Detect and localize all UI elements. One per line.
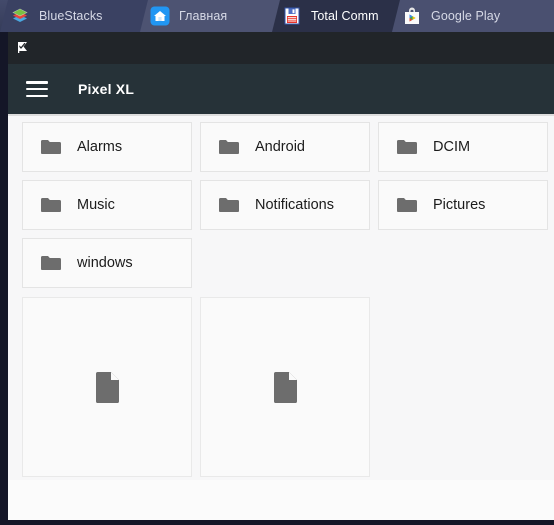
folder-card-music[interactable]: Music — [22, 180, 192, 230]
content-top-divider — [8, 114, 554, 116]
folder-card-alarms[interactable]: Alarms — [22, 122, 192, 172]
window-frame-bottom — [0, 520, 554, 525]
folder-icon — [218, 196, 240, 214]
folder-icon — [40, 138, 62, 156]
hamburger-bar — [26, 87, 48, 91]
folder-name: Music — [77, 197, 115, 213]
file-card[interactable] — [22, 297, 192, 477]
folder-name: windows — [77, 255, 133, 271]
tab-google-play[interactable]: Google Play — [392, 0, 554, 32]
folder-name: Android — [255, 139, 305, 155]
folder-card-notifications[interactable]: Notifications — [200, 180, 370, 230]
tab-home[interactable]: Главная — [140, 0, 282, 32]
folder-name: Pictures — [433, 197, 486, 213]
hamburger-bar — [26, 94, 48, 97]
document-file-icon — [272, 371, 299, 404]
app-bar: Pixel XL — [8, 64, 554, 114]
emulator-tab-strip: BlueStacks Главная Total Comm Google Pla… — [0, 0, 554, 32]
folder-card-pictures[interactable]: Pictures — [378, 180, 548, 230]
hamburger-bar — [26, 81, 48, 84]
folder-icon — [396, 138, 418, 156]
folder-row: Alarms Android DCIM — [22, 122, 554, 172]
hamburger-menu-icon[interactable] — [26, 81, 48, 97]
folder-card-windows[interactable]: windows — [22, 238, 192, 288]
notification-flag-icon — [16, 40, 32, 56]
file-row — [22, 297, 554, 477]
bluestacks-emulator-window: BlueStacks Главная Total Comm Google Pla… — [0, 0, 554, 525]
folder-row: windows — [22, 238, 554, 288]
file-grid-content: Alarms Android DCIM Music Notifications … — [8, 114, 554, 520]
file-card[interactable] — [200, 297, 370, 477]
bluestacks-logo-icon — [10, 6, 30, 26]
document-file-icon — [94, 371, 121, 404]
folder-icon — [218, 138, 240, 156]
page-title: Pixel XL — [78, 81, 135, 97]
tab-bluestacks[interactable]: BlueStacks — [0, 0, 148, 32]
folder-name: Notifications — [255, 197, 334, 213]
folder-name: Alarms — [77, 139, 123, 155]
floppy-disk-icon — [282, 6, 302, 26]
folder-icon — [40, 254, 62, 272]
folder-row: Music Notifications Pictures — [22, 180, 554, 230]
tab-label: BlueStacks — [39, 9, 103, 23]
android-status-bar — [8, 32, 554, 64]
content-footer-area — [8, 480, 554, 520]
folder-icon — [40, 196, 62, 214]
folder-icon — [396, 196, 418, 214]
file-grid: Alarms Android DCIM Music Notifications … — [22, 122, 554, 477]
folder-card-dcim[interactable]: DCIM — [378, 122, 548, 172]
tab-label: Google Play — [431, 9, 501, 23]
home-icon — [150, 6, 170, 26]
tab-label: Total Comm — [311, 9, 379, 23]
window-frame-left — [0, 32, 8, 525]
tab-total-commander[interactable]: Total Comm — [272, 0, 400, 32]
google-play-icon — [402, 6, 422, 26]
folder-name: DCIM — [433, 139, 471, 155]
tab-label: Главная — [179, 9, 228, 23]
folder-card-android[interactable]: Android — [200, 122, 370, 172]
